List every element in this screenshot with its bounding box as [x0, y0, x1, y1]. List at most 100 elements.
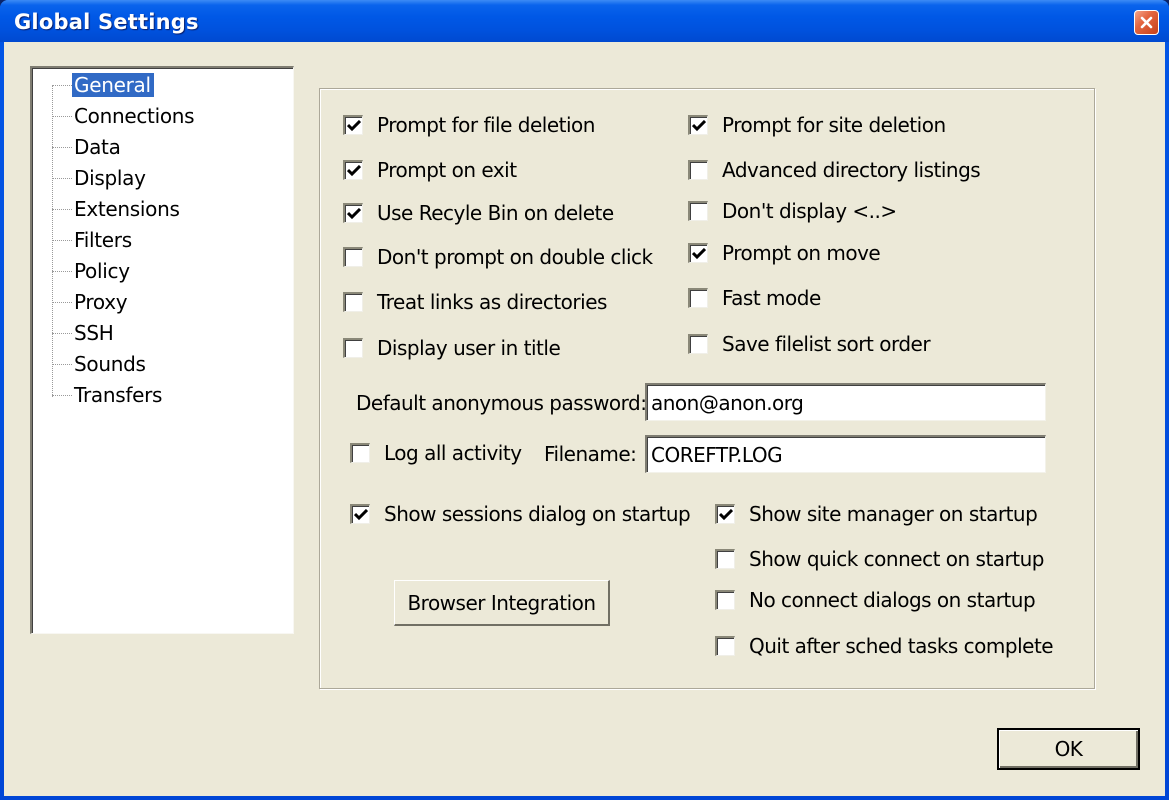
tree-branch-line — [52, 146, 72, 148]
checkbox-label: Prompt on exit — [377, 158, 517, 182]
title-bar[interactable]: Global Settings — [0, 0, 1169, 42]
checkmark-icon — [346, 119, 361, 131]
use-recycle-bin-checkbox[interactable]: Use Recyle Bin on delete — [343, 200, 614, 226]
tree-item-proxy[interactable]: Proxy — [52, 289, 130, 315]
anon-password-input[interactable] — [645, 383, 1046, 421]
checkbox-label: Use Recyle Bin on delete — [377, 201, 614, 225]
show-site-manager-checkbox[interactable]: Show site manager on startup — [715, 501, 1038, 527]
tree-branch-line — [52, 239, 72, 241]
tree-item-label: Proxy — [74, 290, 128, 314]
log-all-activity-checkbox[interactable]: Log all activity — [350, 440, 522, 466]
dont-prompt-double-click-checkbox[interactable]: Don't prompt on double click — [343, 244, 653, 270]
checkbox-box — [350, 443, 370, 463]
checkbox-label: Fast mode — [722, 286, 821, 310]
checkbox-box — [688, 160, 708, 180]
tree-item-extensions[interactable]: Extensions — [52, 196, 183, 222]
checkbox-label: Show sessions dialog on startup — [384, 502, 691, 526]
tree-branch-line — [52, 115, 72, 117]
prompt-file-deletion-checkbox[interactable]: Prompt for file deletion — [343, 112, 595, 138]
tree-branch-line — [52, 363, 72, 365]
anon-password-label: Default anonymous password: — [356, 391, 647, 415]
tree-item-label: Filters — [74, 228, 132, 252]
dont-display-parent-checkbox[interactable]: Don't display <..> — [688, 198, 897, 224]
tree-item-label: Policy — [74, 259, 130, 283]
dialog-client-area: General Connections Data Display Extensi… — [4, 42, 1165, 796]
checkbox-label: Prompt on move — [722, 241, 881, 265]
checkbox-label: Don't prompt on double click — [377, 245, 653, 269]
checkbox-label: Show quick connect on startup — [749, 547, 1045, 571]
prompt-on-move-checkbox[interactable]: Prompt on move — [688, 240, 881, 266]
checkbox-box — [688, 334, 708, 354]
tree-branch-line — [52, 301, 72, 303]
checkbox-box — [715, 590, 735, 610]
checkbox-box — [715, 549, 735, 569]
no-connect-dialogs-checkbox[interactable]: No connect dialogs on startup — [715, 587, 1036, 613]
checkbox-label: Prompt for file deletion — [377, 113, 595, 137]
tree-item-label: Display — [74, 166, 146, 190]
window-title: Global Settings — [14, 10, 199, 34]
checkbox-box — [343, 338, 363, 358]
checkbox-box — [688, 201, 708, 221]
tree-item-display[interactable]: Display — [52, 165, 149, 191]
checkmark-icon — [691, 247, 706, 259]
tree-item-data[interactable]: Data — [52, 134, 124, 160]
tree-item-label: SSH — [74, 321, 114, 345]
tree-item-ssh[interactable]: SSH — [52, 320, 117, 346]
checkbox-label: Prompt for site deletion — [722, 113, 946, 137]
tree-branch-line — [52, 394, 72, 396]
show-sessions-dialog-checkbox[interactable]: Show sessions dialog on startup — [350, 501, 691, 527]
checkmark-icon — [353, 508, 368, 520]
checkbox-box — [688, 243, 708, 263]
checkbox-box — [343, 247, 363, 267]
checkbox-label: No connect dialogs on startup — [749, 588, 1036, 612]
prompt-on-exit-checkbox[interactable]: Prompt on exit — [343, 157, 517, 183]
checkbox-label: Log all activity — [384, 441, 522, 465]
checkmark-icon — [718, 508, 733, 520]
checkbox-label: Display user in title — [377, 336, 561, 360]
tree-item-sounds[interactable]: Sounds — [52, 351, 149, 377]
checkbox-box — [715, 636, 735, 656]
settings-category-tree[interactable]: General Connections Data Display Extensi… — [30, 66, 294, 634]
advanced-directory-listings-checkbox[interactable]: Advanced directory listings — [688, 157, 981, 183]
checkbox-box — [688, 115, 708, 135]
save-filelist-sort-order-checkbox[interactable]: Save filelist sort order — [688, 331, 931, 357]
tree-item-connections[interactable]: Connections — [52, 103, 197, 129]
tree-item-filters[interactable]: Filters — [52, 227, 135, 253]
checkbox-box — [343, 203, 363, 223]
checkbox-box — [715, 504, 735, 524]
tree-item-transfers[interactable]: Transfers — [52, 382, 165, 408]
tree-item-label: Connections — [74, 104, 195, 128]
show-quick-connect-checkbox[interactable]: Show quick connect on startup — [715, 546, 1045, 572]
log-filename-input[interactable] — [645, 435, 1046, 473]
tree-item-label: Data — [74, 135, 121, 159]
checkbox-label: Don't display <..> — [722, 199, 897, 223]
treat-links-as-directories-checkbox[interactable]: Treat links as directories — [343, 289, 607, 315]
tree-item-label: General — [72, 73, 154, 97]
tree-item-label: Transfers — [74, 383, 163, 407]
browser-integration-button[interactable]: Browser Integration — [394, 580, 610, 626]
checkbox-box — [343, 292, 363, 312]
ok-button[interactable]: OK — [997, 728, 1140, 770]
checkmark-icon — [346, 207, 361, 219]
checkbox-box — [343, 115, 363, 135]
checkbox-box — [688, 288, 708, 308]
tree-branch-line — [52, 270, 72, 272]
quit-after-sched-tasks-checkbox[interactable]: Quit after sched tasks complete — [715, 633, 1054, 659]
tree-item-label: Extensions — [74, 197, 180, 221]
prompt-site-deletion-checkbox[interactable]: Prompt for site deletion — [688, 112, 946, 138]
checkbox-box — [350, 504, 370, 524]
checkbox-label: Show site manager on startup — [749, 502, 1038, 526]
global-settings-window: Global Settings General Connections Data — [0, 0, 1169, 800]
checkmark-icon — [691, 119, 706, 131]
checkbox-label: Save filelist sort order — [722, 332, 931, 356]
tree-item-policy[interactable]: Policy — [52, 258, 133, 284]
tree-item-general[interactable]: General — [52, 72, 154, 98]
fast-mode-checkbox[interactable]: Fast mode — [688, 285, 821, 311]
tree-item-label: Sounds — [74, 352, 146, 376]
tree-branch-line — [52, 84, 72, 86]
display-user-in-title-checkbox[interactable]: Display user in title — [343, 335, 561, 361]
close-button[interactable] — [1134, 10, 1159, 35]
checkbox-box — [343, 160, 363, 180]
checkmark-icon — [346, 164, 361, 176]
checkbox-label: Quit after sched tasks complete — [749, 634, 1054, 658]
